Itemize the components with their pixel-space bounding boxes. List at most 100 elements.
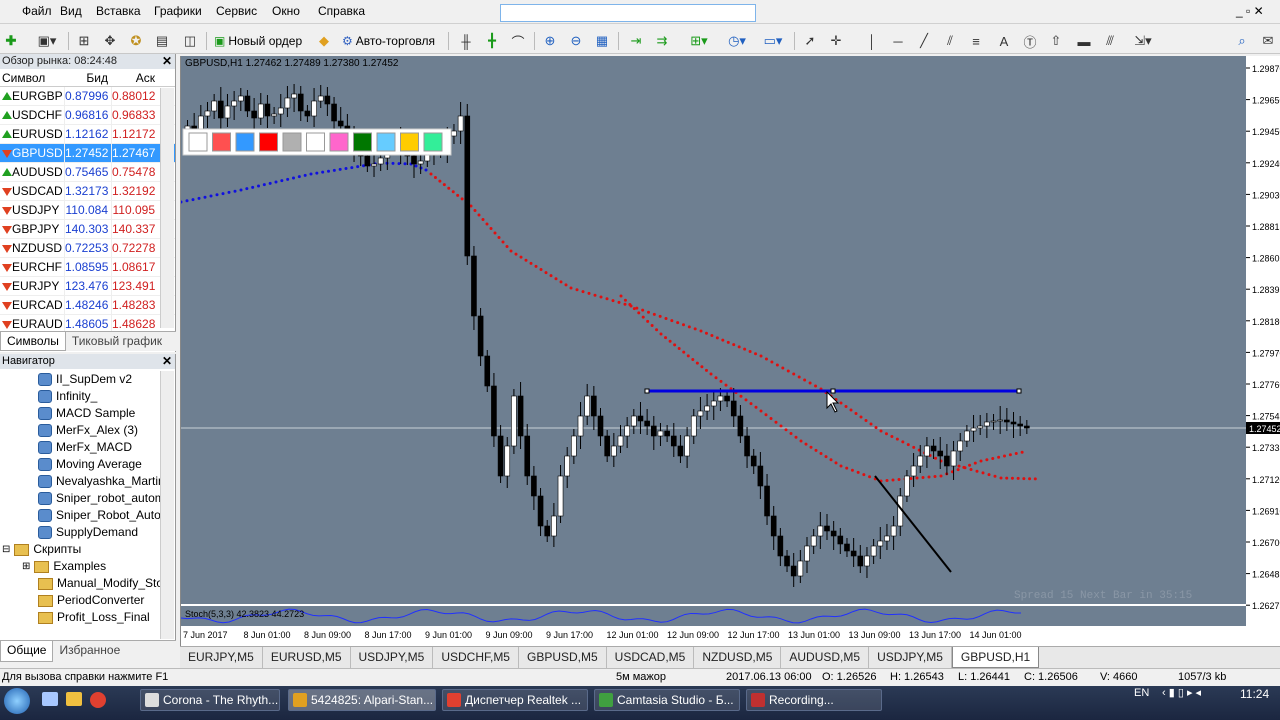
language-indicator[interactable]: EN — [1134, 687, 1149, 699]
market-watch-row[interactable]: AUDUSD 0.75465 0.75478 — [0, 163, 175, 182]
equidistant-channel-icon[interactable]: ⫽ — [940, 30, 960, 52]
navigator-script-item[interactable]: ⊞ Examples — [22, 558, 106, 575]
metaeditor-icon[interactable]: ◆ — [314, 30, 334, 52]
terminal-icon[interactable]: ▤ — [152, 30, 172, 52]
chart-shift-icon[interactable]: ⇥ — [626, 30, 646, 52]
navigator-icon[interactable]: ✪ — [126, 30, 146, 52]
search-icon[interactable]: ⌕ — [1232, 30, 1252, 52]
show-desktop-icon[interactable] — [42, 692, 58, 706]
market-watch-row[interactable]: GBPJPY 140.303 140.337 — [0, 220, 175, 239]
chat-icon[interactable]: ✉ — [1258, 30, 1278, 52]
market-watch-scrollbar[interactable] — [160, 88, 174, 328]
menu-charts[interactable]: Графики — [154, 4, 202, 18]
navigator-item[interactable]: MerFx_Alex (3) — [38, 422, 138, 439]
cursor-icon[interactable]: ➚ — [800, 30, 820, 52]
navigator-item[interactable]: MACD Sample — [38, 405, 135, 422]
navigator-item[interactable]: MerFx_MACD — [38, 439, 132, 456]
navigator-item[interactable]: Moving Average — [38, 456, 142, 473]
menu-window[interactable]: Окно — [272, 4, 300, 18]
tab-favorites[interactable]: Избранное — [53, 641, 126, 662]
autoscroll-icon[interactable]: ⇉ — [652, 30, 672, 52]
text-icon[interactable]: A — [994, 30, 1014, 52]
chart-window[interactable]: 1.29870 1.29650 1.29450 1.29240 1.29030 1.288… — [180, 56, 1280, 646]
chart-tab[interactable]: GBPUSD,H1 — [951, 647, 1040, 668]
task-alpari[interactable]: 5424825: Alpari-Stan... — [288, 689, 436, 711]
market-watch-row[interactable]: USDJPY 110.084 110.095 — [0, 201, 175, 220]
navigator-script-item[interactable]: Manual_Modify_Sto — [38, 575, 163, 592]
tester-icon[interactable]: ◫ — [180, 30, 200, 52]
chart-tab[interactable]: AUDUSD,M5 — [781, 647, 870, 668]
crosshair-icon[interactable]: ✛ — [826, 30, 846, 52]
arrow-sign-icon[interactable]: ⇧ — [1046, 30, 1066, 52]
market-watch-row[interactable]: GBPUSD 1.27452 1.27467 — [0, 144, 175, 163]
col-ask[interactable]: Аск — [111, 69, 158, 86]
market-watch-row[interactable]: USDCAD 1.32173 1.32192 — [0, 182, 175, 201]
navigator-item[interactable]: Sniper_Robot_Autor — [38, 507, 165, 524]
market-watch-row[interactable]: USDCHF 0.96816 0.96833 — [0, 106, 175, 125]
col-bid[interactable]: Бид — [64, 69, 111, 86]
chart-tab[interactable]: GBPUSD,M5 — [519, 647, 607, 668]
start-icon[interactable] — [4, 688, 30, 714]
chart-tab[interactable]: USDCHF,M5 — [433, 647, 519, 668]
task-camtasia[interactable]: Camtasia Studio - Б... — [594, 689, 740, 711]
market-watch-row[interactable]: EURGBP 0.87996 0.88012 — [0, 87, 175, 106]
bar-chart-icon[interactable]: ╫ — [456, 30, 476, 52]
tab-symbols[interactable]: Символы — [0, 332, 66, 351]
trendline-icon[interactable]: ╱ — [914, 30, 934, 52]
profiles-icon[interactable]: ▣▾ — [34, 30, 60, 52]
chart-tab[interactable]: USDJPY,M5 — [351, 647, 434, 668]
navigator-scrollbar[interactable] — [160, 371, 174, 639]
col-symbol[interactable]: Символ — [0, 69, 64, 86]
menu-search-box[interactable] — [500, 4, 756, 22]
explorer-icon[interactable] — [66, 692, 82, 706]
new-order-button[interactable]: ▣ Новый ордер — [214, 31, 302, 51]
line-chart-icon[interactable]: ⌒ — [508, 30, 528, 52]
task-recording[interactable]: Recording... — [746, 689, 882, 711]
navigator-item[interactable]: Infinity_ — [38, 388, 97, 405]
market-watch-row[interactable]: EURUSD 1.12162 1.12172 — [0, 125, 175, 144]
tile-windows-icon[interactable]: ▦ — [592, 30, 612, 52]
navigator-item[interactable]: Nevalyashka_Martin — [38, 473, 165, 490]
chrome-icon[interactable] — [90, 692, 106, 708]
zoom-in-icon[interactable]: ⊕ — [540, 30, 560, 52]
templates-icon[interactable]: ▭▾ — [758, 30, 788, 52]
navigator-item[interactable]: Sniper_robot_autom — [38, 490, 165, 507]
chart-tab[interactable]: USDCAD,M5 — [607, 647, 695, 668]
price-chart[interactable]: 1.29870 1.29650 1.29450 1.29240 1.29030 1.288… — [181, 56, 1280, 646]
chart-tab[interactable]: EURJPY,M5 — [180, 647, 263, 668]
window-controls[interactable]: _ ▫ ✕ — [1236, 4, 1276, 20]
candlestick-icon[interactable]: ╋ — [482, 30, 502, 52]
navigator-script-item[interactable]: Profit_Loss_Final — [38, 609, 150, 626]
vertical-line-icon[interactable]: │ — [862, 30, 882, 52]
tab-common[interactable]: Общие — [0, 641, 54, 662]
navigator-script-item[interactable]: PeriodConverter — [38, 592, 144, 609]
horizontal-line-icon[interactable]: ─ — [888, 30, 908, 52]
navigator-item[interactable]: II_SupDem v2 — [38, 371, 132, 388]
market-watch-row[interactable]: EURCAD 1.48246 1.48283 — [0, 296, 175, 315]
data-window-icon[interactable]: ✥ — [100, 30, 120, 52]
gann-icon[interactable]: ⫻ — [1100, 30, 1120, 52]
navigator-scripts-folder[interactable]: ⊟ Скрипты — [2, 541, 81, 558]
more-objects-icon[interactable]: ⇲▾ — [1128, 30, 1158, 52]
rectangle-icon[interactable]: ▬ — [1074, 30, 1094, 52]
chart-tab[interactable]: EURUSD,M5 — [263, 647, 351, 668]
periods-icon[interactable]: ◷▾ — [722, 30, 752, 52]
menu-help[interactable]: Справка — [318, 4, 365, 18]
auto-trading-button[interactable]: ⚙ Авто-торговля — [342, 31, 435, 51]
navigator-item[interactable]: SupplyDemand — [38, 524, 138, 541]
chart-tab[interactable]: NZDUSD,M5 — [694, 647, 782, 668]
market-watch-row[interactable]: EURJPY 123.476 123.491 — [0, 277, 175, 296]
menu-file[interactable]: Файл — [22, 4, 52, 18]
task-realtek[interactable]: Диспетчер Realtek ... — [442, 689, 588, 711]
market-watch-row[interactable]: NZDUSD 0.72253 0.72278 — [0, 239, 175, 258]
menu-tools[interactable]: Сервис — [216, 4, 257, 18]
chart-tab[interactable]: USDJPY,M5 — [869, 647, 952, 668]
tray-icons[interactable]: ‹ ▮ ▯ ▸ ◂ — [1162, 686, 1201, 699]
task-corona[interactable]: Corona - The Rhyth... — [140, 689, 280, 711]
market-watch-row[interactable]: EURCHF 1.08595 1.08617 — [0, 258, 175, 277]
tab-tick-chart[interactable]: Тиковый график — [66, 332, 168, 351]
new-chart-icon[interactable]: ✚ — [0, 30, 22, 52]
indicators-icon[interactable]: ⊞▾ — [684, 30, 714, 52]
close-icon[interactable]: ✕ — [162, 54, 172, 69]
menu-insert[interactable]: Вставка — [96, 4, 141, 18]
